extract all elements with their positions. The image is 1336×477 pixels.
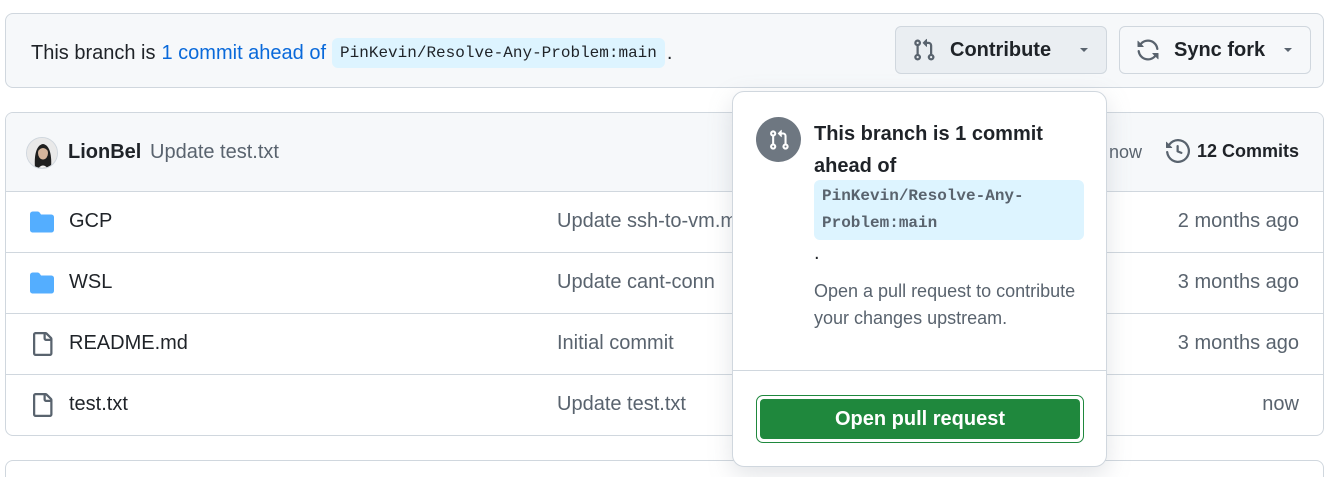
history-icon bbox=[1166, 139, 1190, 163]
file-date: 3 months ago bbox=[1177, 271, 1299, 293]
git-pull-request-icon bbox=[912, 38, 936, 62]
commits-history-link[interactable]: 12 Commits bbox=[1166, 139, 1299, 163]
file-date: 2 months ago bbox=[1177, 210, 1299, 232]
folder-icon bbox=[30, 271, 54, 295]
popover-description: Open a pull request to contribute your c… bbox=[814, 281, 1076, 328]
latest-commit-row: LionBel Update test.txt now 12 Commits bbox=[6, 113, 1323, 192]
chevron-down-icon bbox=[1078, 44, 1090, 56]
contribute-label: Contribute bbox=[950, 38, 1052, 61]
contribute-button[interactable]: Contribute bbox=[895, 26, 1107, 74]
chevron-down-icon bbox=[1282, 44, 1294, 56]
popover-title: This branch is 1 commit ahead of bbox=[814, 123, 1043, 177]
contribute-popover: This branch is 1 commit ahead of PinKevi… bbox=[732, 91, 1107, 467]
file-name[interactable]: test.txt bbox=[69, 393, 128, 416]
file-icon bbox=[30, 393, 54, 417]
popover-dot: . bbox=[814, 242, 820, 264]
folder-icon bbox=[30, 210, 54, 234]
sync-fork-label: Sync fork bbox=[1174, 38, 1266, 61]
popover-upstream-ref: PinKevin/Resolve-Any-Problem:main bbox=[814, 180, 1084, 240]
readme-box bbox=[5, 460, 1324, 477]
divider bbox=[733, 370, 1106, 371]
file-commit-message[interactable]: Initial commit bbox=[557, 332, 674, 355]
file-table: LionBel Update test.txt now 12 Commits G… bbox=[5, 112, 1324, 436]
open-pull-request-focus-ring: Open pull request bbox=[756, 395, 1084, 443]
file-icon bbox=[30, 332, 54, 356]
file-date: now bbox=[1262, 393, 1299, 415]
git-pull-request-icon bbox=[756, 117, 801, 162]
branch-status-text: This branch is 1 commit ahead of PinKevi… bbox=[31, 38, 672, 68]
branch-status-suffix: . bbox=[666, 41, 673, 64]
commit-message[interactable]: Update test.txt bbox=[150, 141, 279, 164]
file-name[interactable]: GCP bbox=[69, 210, 112, 233]
avatar[interactable] bbox=[26, 137, 58, 169]
commit-time: now bbox=[1109, 142, 1143, 162]
file-commit-message[interactable]: Update test.txt bbox=[557, 393, 686, 416]
table-row[interactable]: GCP Update ssh-to-vm.m 2 months ago bbox=[6, 192, 1323, 253]
file-name[interactable]: WSL bbox=[69, 271, 112, 294]
commits-count: 12 Commits bbox=[1197, 140, 1300, 161]
upstream-branch-ref: PinKevin/Resolve-Any-Problem:main bbox=[332, 38, 665, 68]
commits-ahead-link[interactable]: 1 commit ahead of bbox=[162, 42, 327, 65]
open-pull-request-button[interactable]: Open pull request bbox=[760, 399, 1080, 439]
commit-author[interactable]: LionBel bbox=[68, 141, 141, 164]
file-commit-message[interactable]: Update cant-conn bbox=[557, 271, 715, 294]
branch-status-prefix: This branch is bbox=[31, 41, 156, 64]
table-row[interactable]: WSL Update cant-conn 3 months ago bbox=[6, 253, 1323, 314]
sync-fork-button[interactable]: Sync fork bbox=[1119, 26, 1311, 74]
file-commit-message[interactable]: Update ssh-to-vm.m bbox=[557, 210, 737, 233]
sync-icon bbox=[1136, 38, 1160, 62]
file-name[interactable]: README.md bbox=[69, 332, 188, 355]
table-row[interactable]: README.md Initial commit 3 months ago bbox=[6, 314, 1323, 375]
file-date: 3 months ago bbox=[1177, 332, 1299, 354]
table-row[interactable]: test.txt Update test.txt now bbox=[6, 375, 1323, 435]
